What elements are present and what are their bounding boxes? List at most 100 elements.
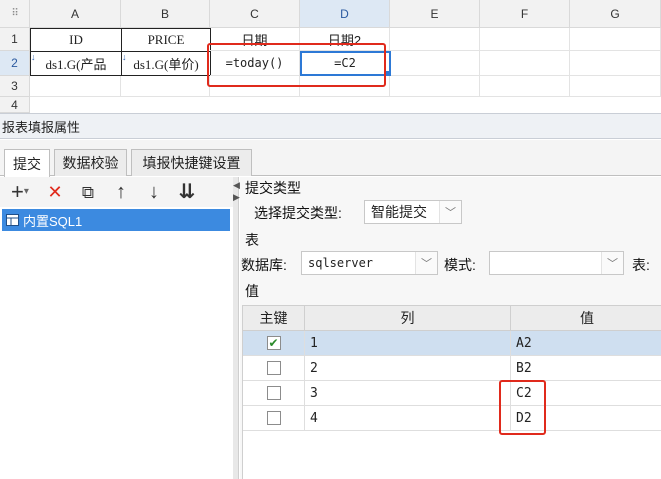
tree-item-label: 内置SQL1 [23, 213, 83, 229]
column-header-c[interactable]: C [210, 0, 300, 28]
schema-select[interactable]: ﹀ [489, 251, 624, 275]
sort-button[interactable]: ⇊ [177, 181, 197, 203]
value-cell[interactable]: A2 [511, 331, 661, 355]
add-button[interactable]: + ▾ [8, 181, 32, 203]
submit-type-value: 智能提交 [371, 204, 427, 220]
value-section-title: 值 [245, 283, 259, 299]
grid-header-primary-key[interactable]: 主键 [243, 306, 305, 331]
submit-type-select[interactable]: 智能提交 ﹀ [364, 200, 462, 224]
sheet-corner[interactable]: ⠿ [0, 0, 30, 28]
column-header-g[interactable]: G [570, 0, 661, 28]
cell-e1[interactable] [390, 28, 480, 51]
primary-key-cell [243, 406, 305, 430]
cell-a3[interactable] [30, 76, 121, 97]
submit-settings-pane: 提交类型 选择提交类型: 智能提交 ﹀ 表 数据库: sqlserver ﹀ 模… [240, 177, 661, 479]
value-cell[interactable]: D2 [511, 406, 661, 430]
cell-g2[interactable] [570, 51, 661, 76]
column-header-b[interactable]: B [121, 0, 210, 28]
database-value: sqlserver [308, 256, 374, 270]
value-cell[interactable]: C2 [511, 381, 661, 405]
dropdown-arrow-icon: ▾ [23, 186, 29, 197]
arrow-down-icon: ↓ [149, 181, 159, 203]
primary-key-checkbox[interactable] [266, 411, 281, 425]
table-row[interactable]: 4 D2 [243, 406, 661, 431]
column-cell[interactable]: 4 [305, 406, 511, 430]
value-cell[interactable]: B2 [511, 356, 661, 380]
table-icon [6, 214, 19, 226]
cell-a1[interactable]: ID [30, 28, 122, 52]
panel-title: 报表填报属性 [0, 113, 661, 139]
cell-a2[interactable]: ds1.G(产品 [30, 51, 122, 76]
column-header-e[interactable]: E [390, 0, 480, 28]
column-header-d[interactable]: D [300, 0, 390, 28]
column-cell[interactable]: 1 [305, 331, 511, 355]
plus-icon: + [11, 179, 24, 204]
cell-f1[interactable] [480, 28, 570, 51]
cell-f2[interactable] [480, 51, 570, 76]
database-select[interactable]: sqlserver ﹀ [301, 251, 438, 275]
cell-g1[interactable] [570, 28, 661, 51]
primary-key-checkbox[interactable] [266, 361, 281, 375]
column-cell[interactable]: 3 [305, 381, 511, 405]
choose-submit-type-label: 选择提交类型: [254, 205, 342, 221]
tree-item-sql[interactable]: 内置SQL1 [2, 209, 230, 231]
cell-d2[interactable]: =C2 [300, 51, 391, 76]
row-header-2[interactable]: 2 [0, 51, 30, 76]
delete-icon: ✕ [47, 182, 63, 202]
grid-header-value[interactable]: 值 [511, 306, 661, 331]
tab-submit[interactable]: 提交 [4, 149, 50, 177]
grid-header-column[interactable]: 列 [305, 306, 511, 331]
primary-key-checkbox[interactable]: ✔ [266, 336, 281, 350]
checkmark-icon: ✔ [268, 336, 279, 350]
table-row[interactable]: ✔ 1 A2 [243, 331, 661, 356]
move-down-button[interactable]: ↓ [144, 181, 164, 203]
splitter[interactable]: ◀ ▶ [233, 177, 240, 479]
tab-shortcut-settings[interactable]: 填报快捷键设置 [131, 149, 252, 176]
toolbar: + ▾ ✕ ⧉ ↑ ↓ ⇊ [0, 177, 235, 207]
copy-button[interactable]: ⧉ [78, 181, 98, 203]
cell-f3[interactable] [480, 76, 570, 97]
row-header-3[interactable]: 3 [0, 76, 30, 97]
copy-icon: ⧉ [81, 182, 95, 202]
column-cell[interactable]: 2 [305, 356, 511, 380]
field-mapping-grid: 主键 列 值 ✔ 1 A2 2 B2 3 C2 4 D2 [242, 305, 661, 479]
cell-e3[interactable] [390, 76, 480, 97]
cell-b2[interactable]: ds1.G(单价) [121, 51, 211, 76]
cell-b1[interactable]: PRICE [121, 28, 211, 52]
sort-down-icon: ⇊ [178, 181, 196, 203]
chevron-down-icon: ﹀ [415, 252, 437, 274]
submit-type-section-title: 提交类型 [245, 180, 301, 196]
cell-c1[interactable]: 日期 [210, 28, 300, 51]
expand-marker-icon: ↓ [122, 52, 127, 62]
table-row[interactable]: 2 B2 [243, 356, 661, 381]
cell-c3[interactable] [210, 76, 300, 97]
cell-d3[interactable] [300, 76, 390, 97]
database-label: 数据库: [241, 257, 287, 273]
collapse-right-icon[interactable]: ▶ [233, 192, 240, 203]
grid-dots-icon: ⠿ [11, 8, 18, 19]
row-header-1[interactable]: 1 [0, 28, 30, 51]
arrow-up-icon: ↑ [116, 181, 126, 203]
collapse-left-icon[interactable]: ◀ [233, 180, 240, 191]
table-row[interactable]: 3 C2 [243, 381, 661, 406]
cell-d1[interactable]: 日期2 [300, 28, 390, 51]
cell-b3[interactable] [121, 76, 210, 97]
primary-key-cell [243, 356, 305, 380]
primary-key-checkbox[interactable] [266, 386, 281, 400]
column-header-f[interactable]: F [480, 0, 570, 28]
delete-button[interactable]: ✕ [45, 181, 65, 203]
cell-c2[interactable]: =today() [210, 51, 300, 76]
expand-marker-icon: ↓ [31, 52, 36, 62]
primary-key-cell [243, 381, 305, 405]
cell-g3[interactable] [570, 76, 661, 97]
table-section-title: 表 [245, 232, 259, 248]
row-header-4[interactable]: 4 [0, 97, 30, 113]
tab-data-validation[interactable]: 数据校验 [54, 149, 127, 176]
tab-bar: 提交 数据校验 填报快捷键设置 [0, 140, 661, 177]
move-up-button[interactable]: ↑ [111, 181, 131, 203]
chevron-down-icon: ﹀ [601, 252, 623, 274]
submit-list-pane: + ▾ ✕ ⧉ ↑ ↓ ⇊ 内置SQL1 [0, 177, 235, 479]
column-header-a[interactable]: A [30, 0, 121, 28]
cell-e2[interactable] [390, 51, 480, 76]
primary-key-cell: ✔ [243, 331, 305, 355]
